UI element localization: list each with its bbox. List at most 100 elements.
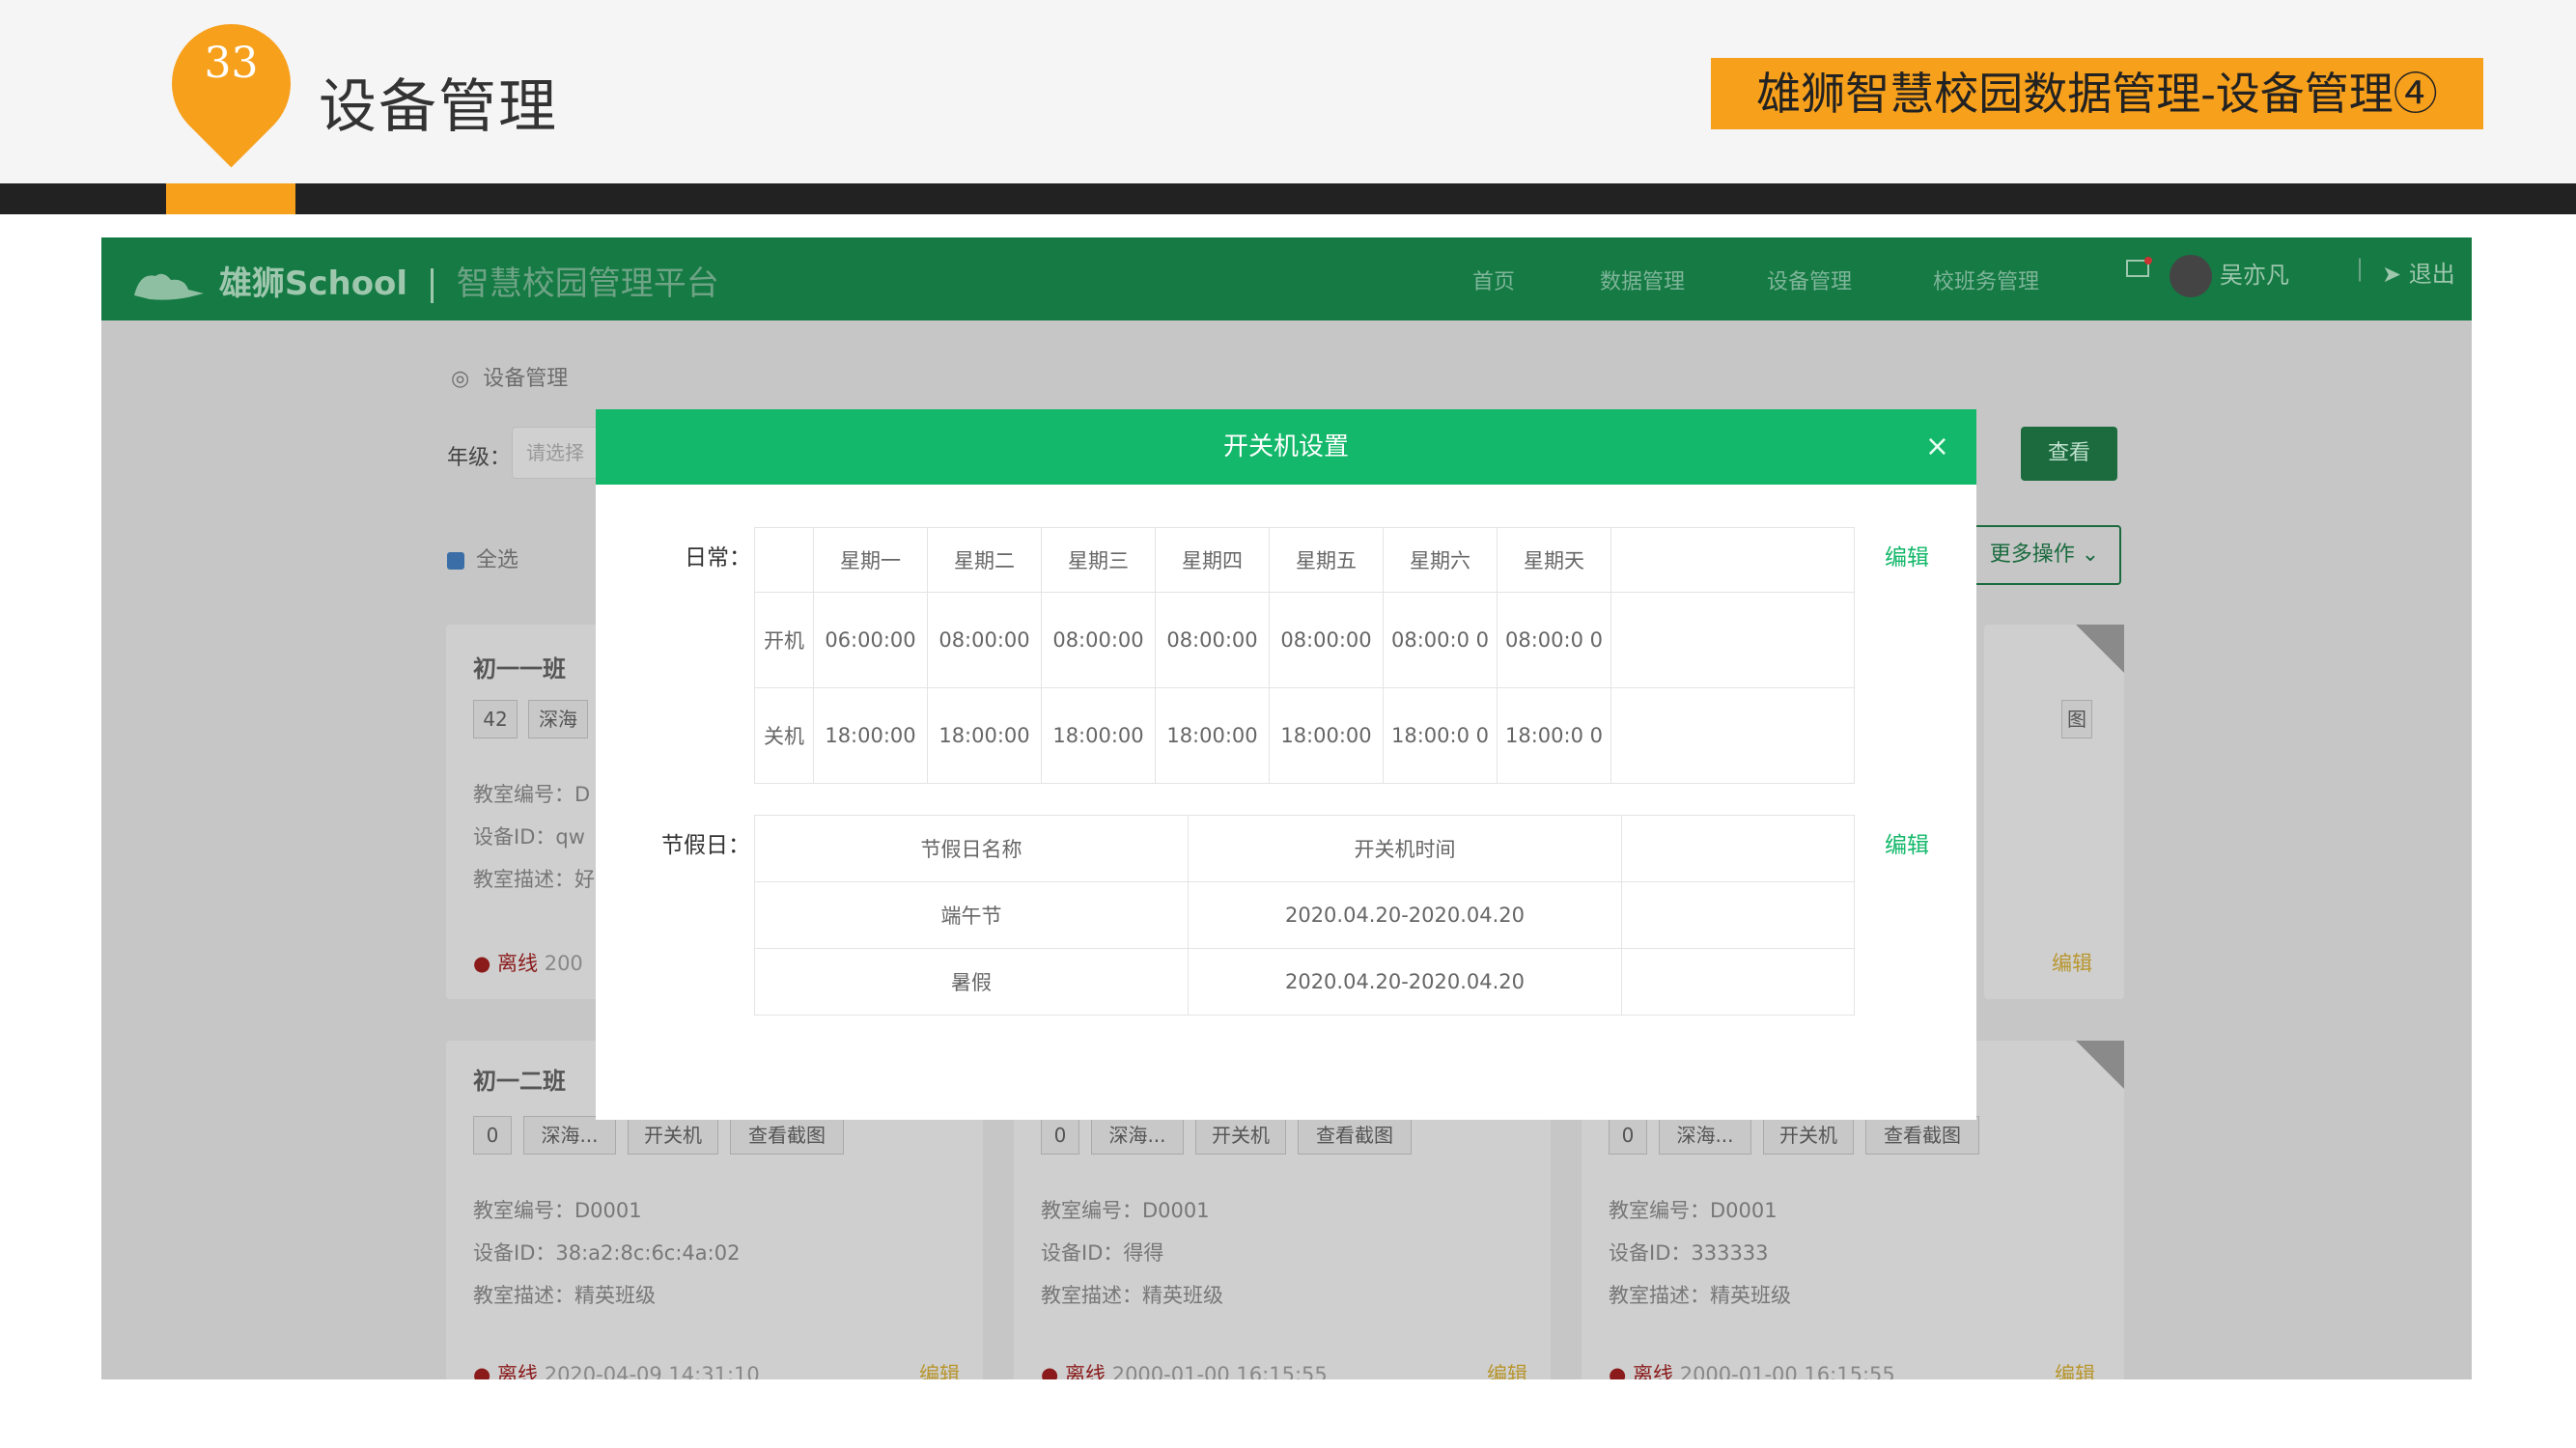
select-all-checkbox[interactable]: 全选 xyxy=(447,543,518,573)
edit-link[interactable]: 编辑 xyxy=(2052,948,2092,977)
nav-item-class-affairs[interactable]: 校班务管理 xyxy=(1933,265,2039,295)
device-chip[interactable]: 深海 xyxy=(528,700,588,738)
table-cell: 06:00:00 xyxy=(813,592,928,688)
table-row: 暑假 2020.04.20-2020.04.20 xyxy=(754,948,1855,1016)
student-count: 0 xyxy=(1609,1116,1647,1155)
breadcrumb: ◎ 设备管理 xyxy=(451,361,568,392)
status-badge: ● 离线 2000-01-00 16:15:55 xyxy=(1609,1363,1895,1379)
power-button[interactable]: 开关机 xyxy=(628,1116,718,1155)
nav-divider: | xyxy=(2356,255,2365,282)
card-title: 初一二班 xyxy=(473,1068,566,1095)
holiday-name: 暑假 xyxy=(754,948,1189,1016)
brand-logo[interactable]: 雄狮School 智慧校园管理平台 xyxy=(130,257,719,305)
slide-badge: 雄狮智慧校园数据管理-设备管理④ xyxy=(1711,58,2483,129)
daily-edit-link[interactable]: 编辑 xyxy=(1885,539,1929,571)
room-description: 教室描述：精英班级 xyxy=(1041,1284,1223,1307)
edit-link[interactable]: 编辑 xyxy=(2055,1359,2095,1379)
daily-label: 日常： xyxy=(685,545,751,571)
status-badge: ● 离线 2020-04-09 14:31:10 xyxy=(473,1363,760,1379)
nav-item-home[interactable]: 首页 xyxy=(1472,265,1515,295)
table-cell-filler xyxy=(1621,948,1855,1016)
user-menu[interactable]: 吴亦凡 xyxy=(2170,255,2289,297)
holiday-range: 2020.04.20-2020.04.20 xyxy=(1188,948,1622,1016)
table-cell: 18:00:00 xyxy=(1155,687,1270,784)
room-number: 教室编号：D0001 xyxy=(1609,1199,1778,1222)
room-number: 教室编号：D xyxy=(473,783,591,806)
table-cell: 08:00:00 xyxy=(1041,592,1156,688)
query-button[interactable]: 查看 xyxy=(2021,427,2117,481)
divider-bar xyxy=(0,183,2576,214)
brand-divider xyxy=(430,267,434,303)
nav-item-devices[interactable]: 设备管理 xyxy=(1767,265,1852,295)
device-chip[interactable]: 深海... xyxy=(523,1116,616,1155)
device-chip[interactable]: 深海... xyxy=(1659,1116,1751,1155)
table-header-row: 星期一 星期二 星期三 星期四 星期五 星期六 星期天 xyxy=(754,527,1855,593)
table-cell: 08:00:0 0 xyxy=(1383,592,1498,688)
table-header-tuesday: 星期二 xyxy=(927,527,1042,593)
page-number: 33 xyxy=(204,39,259,88)
room-description: 教室描述：好 xyxy=(473,868,595,891)
table-cell: 18:00:00 xyxy=(1269,687,1384,784)
top-nav: 雄狮School 智慧校园管理平台 首页 数据管理 设备管理 校班务管理 吴亦凡… xyxy=(101,237,2472,320)
holiday-name: 端午节 xyxy=(754,881,1189,949)
nav-item-data[interactable]: 数据管理 xyxy=(1600,265,1685,295)
table-cell: 08:00:00 xyxy=(1269,592,1384,688)
status-badge: ● 离线 200 xyxy=(473,952,583,975)
room-description: 教室描述：精英班级 xyxy=(1609,1284,1791,1307)
screenshot-button[interactable]: 查看截图 xyxy=(730,1116,844,1155)
select-all-label: 全选 xyxy=(476,548,519,572)
send-icon: ➤ xyxy=(2382,261,2402,288)
table-header-filler xyxy=(1610,527,1855,593)
message-icon[interactable] xyxy=(2124,255,2153,290)
table-header-row: 节假日名称 开关机时间 xyxy=(754,815,1855,882)
holiday-range: 2020.04.20-2020.04.20 xyxy=(1188,881,1622,949)
screenshot-button[interactable]: 图 xyxy=(2061,700,2092,738)
table-cell: 08:00:0 0 xyxy=(1497,592,1611,688)
slide-title: 设备管理 xyxy=(319,73,558,141)
table-header-filler xyxy=(1621,815,1855,882)
table-cell: 08:00:00 xyxy=(1155,592,1270,688)
power-button[interactable]: 开关机 xyxy=(1195,1116,1286,1155)
platform-name: 智慧校园管理平台 xyxy=(456,265,719,303)
logout-label: 退出 xyxy=(2408,261,2455,288)
table-header-sunday: 星期天 xyxy=(1497,527,1611,593)
holiday-edit-link[interactable]: 编辑 xyxy=(1885,826,1929,859)
student-count: 0 xyxy=(473,1116,512,1155)
room-number: 教室编号：D0001 xyxy=(473,1199,642,1222)
edit-link[interactable]: 编辑 xyxy=(919,1359,960,1379)
edit-link[interactable]: 编辑 xyxy=(1487,1359,1527,1379)
location-icon: ◎ xyxy=(451,367,470,391)
table-row: 端午节 2020.04.20-2020.04.20 xyxy=(754,881,1855,949)
table-row: 关机 18:00:00 18:00:00 18:00:00 18:00:00 1… xyxy=(754,687,1855,784)
screenshot-button[interactable]: 查看截图 xyxy=(1865,1116,1979,1155)
table-header-power-time: 开关机时间 xyxy=(1188,815,1622,882)
brand-name: 雄狮School xyxy=(218,265,408,303)
table-cell: 18:00:00 xyxy=(813,687,928,784)
student-count: 42 xyxy=(473,700,518,738)
card-title: 初一一班 xyxy=(473,655,566,682)
power-schedule-modal: 开关机设置 × 日常： 编辑 星期一 星期二 星期三 星期四 星期五 星期六 星… xyxy=(596,409,1976,1120)
close-icon[interactable]: × xyxy=(1925,409,1949,485)
class-card[interactable]: 图 编辑 xyxy=(1984,625,2124,999)
table-cell-filler xyxy=(1610,687,1855,784)
breadcrumb-label: 设备管理 xyxy=(483,367,569,391)
modal-header: 开关机设置 × xyxy=(596,409,1976,485)
grade-label: 年级： xyxy=(447,446,512,470)
screenshot-button[interactable]: 查看截图 xyxy=(1298,1116,1412,1155)
table-cell-filler xyxy=(1621,881,1855,949)
selected-corner-icon xyxy=(2076,625,2124,673)
user-name: 吴亦凡 xyxy=(2220,262,2289,289)
table-header-monday: 星期一 xyxy=(813,527,928,593)
device-id: 设备ID：38:a2:8c:6c:4a:02 xyxy=(473,1241,741,1265)
table-cell: 18:00:0 0 xyxy=(1383,687,1498,784)
more-actions-button[interactable]: 更多操作 ⌄ xyxy=(1968,525,2121,585)
table-header-thursday: 星期四 xyxy=(1155,527,1270,593)
table-header-friday: 星期五 xyxy=(1269,527,1384,593)
device-chip[interactable]: 深海... xyxy=(1091,1116,1184,1155)
table-header-wednesday: 星期三 xyxy=(1041,527,1156,593)
logout-button[interactable]: ➤ 退出 xyxy=(2382,255,2455,289)
device-id: 设备ID：333333 xyxy=(1609,1241,1769,1265)
power-button[interactable]: 开关机 xyxy=(1763,1116,1854,1155)
avatar xyxy=(2170,255,2212,297)
table-cell-filler xyxy=(1610,592,1855,688)
